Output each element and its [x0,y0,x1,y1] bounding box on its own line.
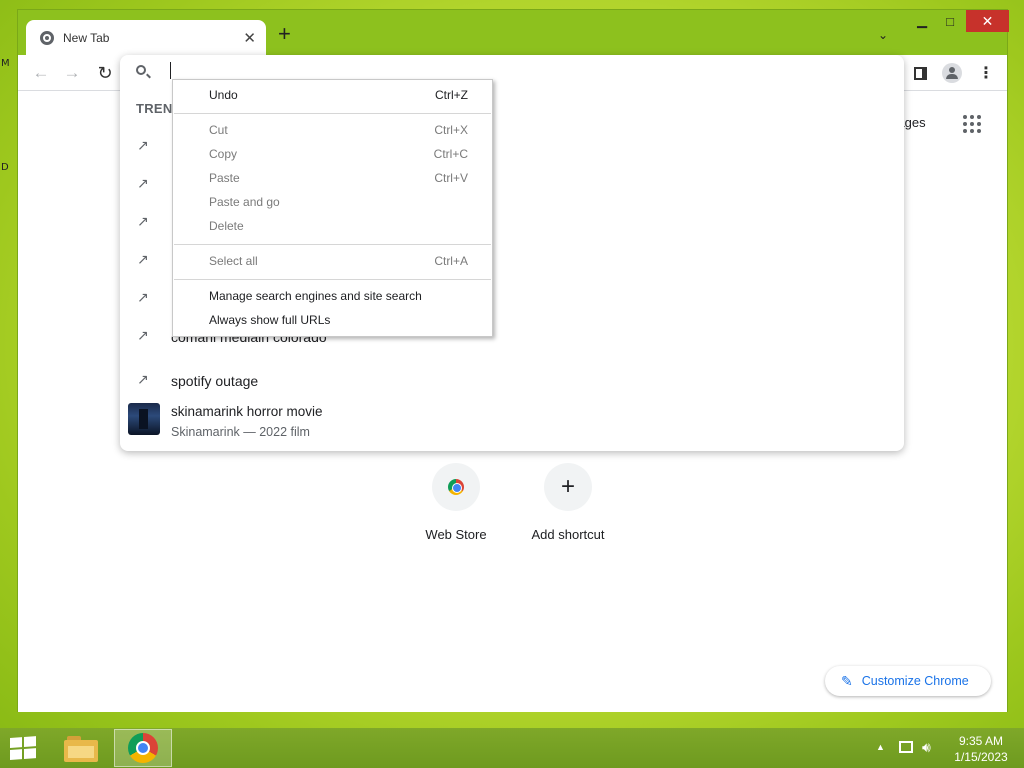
menu-item-paste-and-go[interactable]: Paste and go [173,191,492,215]
system-clock[interactable]: 9:35 AM 1/15/2023 [948,733,1014,765]
trending-heading: TRENDING SEARCHES [136,101,176,116]
trending-icon: ↗ [137,213,149,229]
menu-item-delete[interactable]: Delete [173,215,492,239]
shortcut-label: Add shortcut [531,527,605,542]
close-window-button[interactable]: ✕ [966,10,1009,32]
menu-item-label: Paste and go [209,195,280,209]
movie-thumbnail [128,403,160,435]
menu-item-copy[interactable]: Copy Ctrl+C [173,143,492,167]
menu-item-shortcut: Ctrl+A [434,254,468,268]
chrome-web-store-icon [448,479,464,495]
google-apps-icon[interactable] [963,115,981,133]
side-panel-icon[interactable] [908,61,932,85]
customize-label: Customize Chrome [861,674,969,688]
windows-start-icon[interactable] [10,736,38,762]
menu-item-shortcut: Ctrl+V [434,171,468,185]
desktop-icon-fragment: D [1,162,9,173]
tab-new-tab[interactable]: New Tab ✕ [26,20,266,55]
rich-suggestion-row[interactable]: skinamarink horror movie Skinamarink — 2… [120,401,904,445]
shortcut-add[interactable]: + Add shortcut [518,463,618,542]
trending-icon: ↗ [137,137,149,153]
close-tab-icon[interactable]: ✕ [243,29,256,47]
tab-search-chevron-icon[interactable]: ⌄ [878,28,888,42]
browser-window: New Tab ✕ + ⌄ ▁ □ ✕ ← → ↻ ⋮ Images Web S… [17,9,1009,712]
menu-item-cut[interactable]: Cut Ctrl+X [173,119,492,143]
menu-item-manage-search-engines[interactable]: Manage search engines and site search [173,285,492,309]
menu-item-shortcut: Ctrl+C [433,147,468,161]
profile-avatar-icon[interactable] [940,61,964,85]
forward-arrow-icon[interactable]: → [60,61,84,85]
tab-title: New Tab [63,30,110,45]
trending-icon: ↗ [137,289,149,305]
address-input-caret[interactable] [170,62,171,79]
trending-icon: ↗ [137,371,149,387]
menu-divider [174,279,491,280]
chrome-favicon-icon [40,30,54,45]
clock-time: 9:35 AM [958,734,1004,748]
rich-suggestion-title: skinamarink horror movie [171,404,323,419]
shortcut-web-store[interactable]: Web Store [406,463,506,542]
customize-chrome-button[interactable]: ✎ Customize Chrome [825,666,991,696]
menu-item-label: Paste [209,171,240,185]
menu-item-label: Always show full URLs [209,313,331,327]
minimize-button[interactable]: ▁ [908,10,936,32]
search-icon [136,65,146,75]
new-tab-button[interactable]: + [278,23,291,45]
pencil-icon: ✎ [841,672,853,689]
chrome-icon [128,733,158,763]
suggestion-text: spotify outage [171,373,259,389]
menu-item-paste[interactable]: Paste Ctrl+V [173,167,492,191]
reload-icon[interactable]: ↻ [93,61,117,85]
menu-item-label: Select all [209,254,258,268]
rich-suggestion-subtitle: Skinamarink — 2022 film [171,425,310,439]
network-icon[interactable] [899,741,913,753]
menu-item-label: Copy [209,147,238,161]
maximize-button[interactable]: □ [936,10,964,32]
trending-icon: ↗ [137,251,149,267]
menu-item-label: Delete [209,219,244,233]
kebab-menu-icon[interactable]: ⋮ [974,61,998,85]
trending-icon: ↗ [137,327,149,343]
menu-divider [174,113,491,114]
suggestion-row[interactable]: ↗ spotify outage [120,363,904,399]
menu-item-always-show-full-urls[interactable]: Always show full URLs [173,309,492,333]
menu-item-select-all[interactable]: Select all Ctrl+A [173,250,492,274]
desktop-icon-fragment: M [1,58,10,69]
taskbar: ▲ 🔊︎ 9:35 AM 1/15/2023 [0,728,1024,768]
context-menu: Undo Ctrl+Z Cut Ctrl+X Copy Ctrl+C Paste… [172,79,493,337]
menu-item-label: Cut [209,123,228,137]
tab-strip: New Tab ✕ + ⌄ ▁ □ ✕ [18,10,1009,55]
volume-icon[interactable]: 🔊︎ [922,739,931,756]
menu-divider [174,244,491,245]
menu-item-label: Manage search engines and site search [209,289,422,303]
menu-item-shortcut: Ctrl+Z [435,88,468,102]
back-arrow-icon[interactable]: ← [29,61,53,85]
plus-icon: + [560,473,575,500]
chrome-taskbar-button[interactable] [114,729,172,767]
menu-item-undo[interactable]: Undo Ctrl+Z [173,84,492,108]
menu-item-label: Undo [209,88,238,102]
menu-item-shortcut: Ctrl+X [434,123,468,137]
shortcut-label: Web Store [425,527,487,542]
show-hidden-icons-chevron-icon[interactable]: ▲ [876,742,885,752]
clock-date: 1/15/2023 [954,750,1008,764]
trending-icon: ↗ [137,175,149,191]
file-explorer-icon[interactable] [64,734,98,762]
